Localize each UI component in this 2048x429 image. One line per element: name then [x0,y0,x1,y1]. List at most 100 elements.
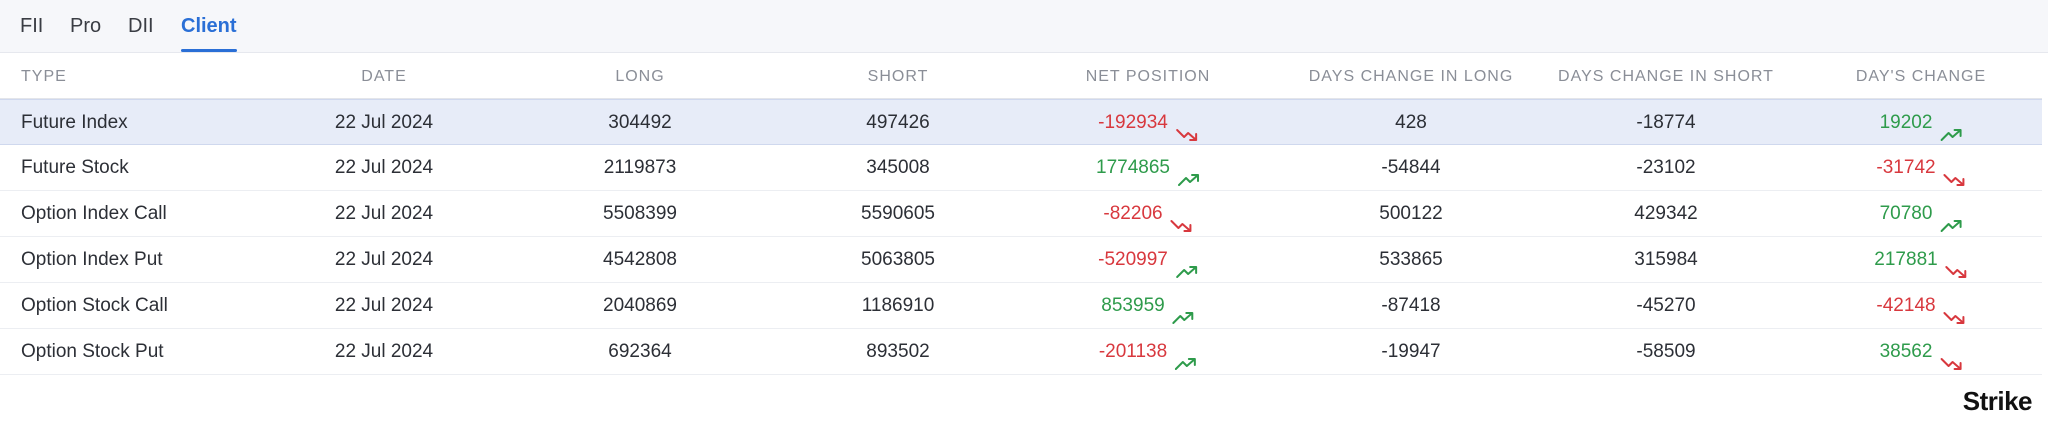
cell-days-change-short: 315984 [1634,237,1697,283]
cell-short: 1186910 [862,283,935,329]
trend-up-icon [1940,205,1962,232]
cell-days-change-long-value: 500122 [1379,203,1443,224]
cell-long-value: 5508399 [603,203,677,224]
cell-days-change: 19202 [1880,100,1963,146]
table-body: Future Index 22 Jul 2024 304492 497426 -1929… [0,99,2042,375]
cell-type: Option Stock Put [21,329,164,375]
table-row[interactable]: Option Stock Call 22 Jul 2024 2040869 11869… [0,283,2042,329]
cell-date: 22 Jul 2024 [335,329,433,375]
trend-up-icon [1175,343,1197,370]
cell-days-change-long: 500122 [1379,191,1442,237]
cell-type: Option Index Call [21,191,167,237]
strike-logo: Strike [1962,386,2033,416]
cell-type-value: Option Stock Put [21,341,164,362]
cell-days-change-short-value: 429342 [1634,203,1698,224]
cell-days-change: 217881 [1874,237,1967,283]
cell-days-change-short: -23102 [1636,145,1695,191]
cell-days-change-short-value: -23102 [1636,157,1696,178]
header-net-position: NET POSITION [1085,68,1211,85]
trend-down-icon [1943,297,1966,324]
cell-days-change-value: -42148 [1876,295,1936,316]
cell-type: Future Index [21,100,128,146]
cell-days-change-short-value: -18774 [1636,112,1696,133]
header-date: DATE [361,68,407,85]
cell-days-change-long: -87418 [1381,283,1440,329]
cell-days-change-long: -19947 [1381,329,1440,375]
cell-days-change-long: 533865 [1379,237,1442,283]
cell-days-change: -42148 [1876,283,1965,329]
cell-type: Future Stock [21,145,129,191]
cell-net-position: 853959 [1101,283,1194,329]
tab-client[interactable]: Client [181,14,237,52]
cell-date-value: 22 Jul 2024 [334,295,434,316]
table-row[interactable]: Future Stock 22 Jul 2024 2119873 345008 1774… [0,145,2042,191]
header-short: SHORT [867,68,929,85]
cell-days-change-short: -58509 [1636,329,1695,375]
cell-days-change-value: 217881 [1874,249,1938,270]
cell-short: 893502 [866,329,929,375]
trend-down-icon [1943,159,1966,186]
trend-down-icon [1170,205,1193,232]
trend-up-icon [1172,297,1195,324]
cell-date: 22 Jul 2024 [335,191,433,237]
cell-days-change-short-value: -58509 [1636,341,1696,362]
cell-short-value: 5063805 [861,249,935,270]
cell-net-position-value: -201138 [1098,341,1168,362]
table-row[interactable]: Option Stock Put 22 Jul 2024 692364 893502 -… [0,329,2042,375]
cell-net-position-value: -82206 [1103,203,1163,224]
cell-date: 22 Jul 2024 [335,237,433,283]
cell-type-value: Option Index Call [21,203,167,224]
cell-long: 2119873 [604,145,677,191]
cell-days-change-long-value: -87418 [1381,295,1441,316]
cell-type-value: Option Stock Call [21,295,168,316]
positions-table: TYPE DATE LONG SHORT NET POSITION DAYS C… [0,53,2042,375]
cell-type: Option Index Put [21,237,163,283]
cell-short: 345008 [866,145,929,191]
cell-type-value: Option Index Put [21,249,163,270]
cell-days-change-value: -31742 [1876,157,1936,178]
header-days-change-short: DAYS CHANGE IN SHORT [1558,68,1774,85]
tab-fii[interactable]: FII [20,14,43,52]
tab-dii[interactable]: DII [128,14,154,52]
cell-days-change-value: 70780 [1879,203,1933,224]
cell-net-position: -192934 [1098,100,1198,146]
cell-type: Option Stock Call [21,283,168,329]
tab-bar: FII Pro DII Client [0,0,2048,53]
cell-short-value: 345008 [866,157,930,178]
cell-long: 5508399 [603,191,677,237]
cell-days-change-long-value: -54844 [1381,157,1441,178]
table-row[interactable]: Option Index Put 22 Jul 2024 4542808 506380… [0,237,2042,283]
cell-short-value: 1186910 [861,295,935,316]
cell-date-value: 22 Jul 2024 [334,157,434,178]
cell-days-change-value: 19202 [1879,112,1933,133]
cell-long-value: 4542808 [603,249,677,270]
cell-net-position-value: -520997 [1098,249,1168,270]
cell-net-position-value: -192934 [1098,112,1168,133]
cell-short-value: 497426 [866,112,930,133]
trend-up-icon [1177,159,1200,186]
cell-long: 2040869 [603,283,677,329]
table-row[interactable]: Option Index Call 22 Jul 2024 5508399 55906… [0,191,2042,237]
trend-up-icon [1175,251,1198,278]
header-days-change: DAY'S CHANGE [1855,68,1987,85]
header-long: LONG [615,68,665,85]
cell-days-change-short-value: -45270 [1636,295,1696,316]
cell-days-change-long: 428 [1395,100,1427,146]
cell-days-change-short: -18774 [1636,100,1695,146]
cell-net-position-value: 853959 [1101,295,1165,316]
cell-days-change-value: 38562 [1879,341,1933,362]
cell-type-value: Future Index [21,112,128,133]
cell-long: 4542808 [603,237,677,283]
cell-short: 497426 [866,100,929,146]
cell-long: 304492 [608,100,671,146]
cell-net-position: -520997 [1098,237,1198,283]
table-row[interactable]: Future Index 22 Jul 2024 304492 497426 -1929… [0,99,2042,145]
cell-days-change-long: -54844 [1381,145,1440,191]
cell-type-value: Future Stock [21,157,129,178]
trend-down-icon [1945,251,1968,278]
tab-pro[interactable]: Pro [70,14,101,52]
cell-days-change-short: -45270 [1636,283,1695,329]
cell-days-change-long-value: 428 [1395,112,1427,133]
header-type: TYPE [21,68,67,85]
cell-net-position: -82206 [1103,191,1192,237]
